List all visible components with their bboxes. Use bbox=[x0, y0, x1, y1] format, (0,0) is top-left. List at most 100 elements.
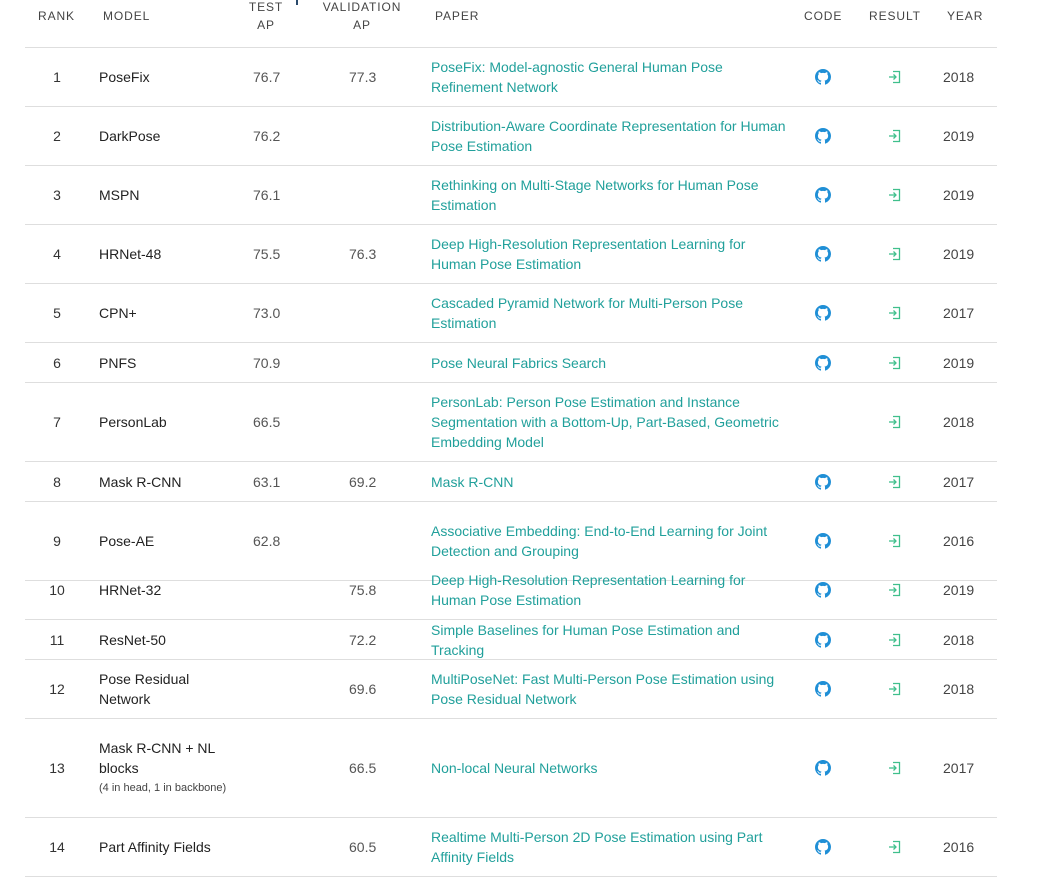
github-icon[interactable] bbox=[815, 839, 831, 855]
model-name: PoseFix bbox=[99, 69, 150, 85]
result-arrow-icon[interactable] bbox=[887, 760, 903, 776]
model-cell: ResNet-50 bbox=[99, 630, 229, 650]
result-arrow-icon[interactable] bbox=[887, 69, 903, 85]
github-icon[interactable] bbox=[815, 354, 831, 371]
rank-cell: 14 bbox=[49, 839, 65, 855]
paper-link[interactable]: Non-local Neural Networks bbox=[431, 758, 791, 778]
result-arrow-icon[interactable] bbox=[887, 187, 903, 203]
rank-cell: 10 bbox=[49, 582, 65, 598]
paper-link[interactable]: Rethinking on Multi-Stage Networks for H… bbox=[431, 175, 791, 215]
model-cell: HRNet-48 bbox=[99, 244, 229, 264]
year-cell: 2018 bbox=[943, 681, 975, 697]
model-cell: PNFS bbox=[99, 353, 229, 373]
github-icon[interactable] bbox=[815, 631, 831, 648]
header-test-ap[interactable]: TEST AP bbox=[245, 0, 287, 34]
year-cell: 2018 bbox=[943, 69, 975, 85]
model-note: (4 in head, 1 in backbone) bbox=[99, 782, 227, 794]
github-icon[interactable] bbox=[815, 69, 831, 85]
year-cell: 2019 bbox=[943, 187, 975, 203]
github-icon[interactable] bbox=[815, 246, 831, 262]
table-row: 14 Part Affinity Fields 60.5 Realtime Multi… bbox=[25, 818, 997, 877]
table-row: 6 PNFS 70.9 Pose Neural Fabrics Search 2019 bbox=[25, 343, 997, 383]
test-ap-cell: 70.9 bbox=[253, 354, 281, 371]
header-year[interactable]: YEAR bbox=[947, 7, 983, 25]
rank-cell: 12 bbox=[49, 681, 65, 697]
github-icon[interactable] bbox=[815, 473, 831, 490]
model-name: PersonLab bbox=[99, 414, 167, 430]
paper-link[interactable]: Distribution-Aware Coordinate Representa… bbox=[431, 116, 791, 156]
rank-cell: 2 bbox=[53, 128, 61, 144]
result-arrow-icon[interactable] bbox=[887, 681, 903, 697]
year-cell: 2019 bbox=[943, 246, 975, 262]
year-cell: 2017 bbox=[943, 473, 975, 490]
result-arrow-icon[interactable] bbox=[887, 246, 903, 262]
sort-indicator-icon bbox=[296, 0, 298, 5]
table-row: 12 Pose Residual Network 69.6 MultiPoseNet:… bbox=[25, 660, 997, 719]
year-cell: 2019 bbox=[943, 582, 975, 598]
validation-ap-cell: 75.8 bbox=[349, 582, 377, 598]
table-row: 4 HRNet-48 75.5 76.3 Deep High-Resolution Re… bbox=[25, 225, 997, 284]
model-name: Mask R-CNN + NL blocks bbox=[99, 740, 215, 776]
result-arrow-icon[interactable] bbox=[887, 474, 903, 490]
paper-link[interactable]: PoseFix: Model-agnostic General Human Po… bbox=[431, 57, 791, 97]
result-arrow-icon[interactable] bbox=[887, 355, 903, 371]
model-name: CPN+ bbox=[99, 305, 137, 321]
paper-link[interactable]: Realtime Multi-Person 2D Pose Estimation… bbox=[431, 827, 791, 867]
validation-ap-cell: 77.3 bbox=[349, 69, 377, 85]
github-icon[interactable] bbox=[815, 305, 831, 321]
github-icon[interactable] bbox=[815, 760, 831, 776]
table-row: 2 DarkPose 76.2 Distribution-Aware Coordina… bbox=[25, 107, 997, 166]
table-row: 3 MSPN 76.1 Rethinking on Multi-Stage Netwo… bbox=[25, 166, 997, 225]
result-arrow-icon[interactable] bbox=[887, 305, 903, 321]
result-arrow-icon[interactable] bbox=[887, 533, 903, 549]
result-arrow-icon[interactable] bbox=[887, 582, 903, 598]
header-val-ap-line1: VALIDATION bbox=[322, 0, 402, 14]
paper-link[interactable]: PersonLab: Person Pose Estimation and In… bbox=[431, 392, 791, 452]
table-row: 7 PersonLab 66.5 PersonLab: Person Pose Est… bbox=[25, 383, 997, 462]
paper-link[interactable]: Deep High-Resolution Representation Lear… bbox=[431, 234, 791, 274]
validation-ap-cell: 72.2 bbox=[349, 631, 377, 648]
year-cell: 2016 bbox=[943, 839, 975, 855]
year-cell: 2018 bbox=[943, 414, 975, 430]
result-arrow-icon[interactable] bbox=[887, 414, 903, 430]
github-icon[interactable] bbox=[815, 681, 831, 697]
header-result[interactable]: RESULT bbox=[869, 7, 921, 25]
validation-ap-cell: 60.5 bbox=[349, 839, 377, 855]
paper-link[interactable]: MultiPoseNet: Fast Multi-Person Pose Est… bbox=[431, 669, 791, 709]
rank-cell: 9 bbox=[53, 533, 61, 549]
result-arrow-icon[interactable] bbox=[887, 128, 903, 144]
test-ap-cell: 73.0 bbox=[253, 305, 281, 321]
result-arrow-icon[interactable] bbox=[887, 839, 903, 855]
model-name: Part Affinity Fields bbox=[99, 839, 211, 855]
header-code[interactable]: CODE bbox=[804, 7, 842, 25]
github-icon[interactable] bbox=[815, 533, 831, 549]
model-name: HRNet-32 bbox=[99, 582, 162, 598]
github-icon[interactable] bbox=[815, 128, 831, 144]
paper-link[interactable]: Associative Embedding: End-to-End Learni… bbox=[431, 521, 791, 561]
model-name: Mask R-CNN bbox=[99, 473, 182, 490]
model-name: PNFS bbox=[99, 354, 137, 371]
model-cell: PersonLab bbox=[99, 412, 229, 432]
year-cell: 2017 bbox=[943, 305, 975, 321]
test-ap-cell: 76.2 bbox=[253, 128, 281, 144]
header-validation-ap[interactable]: VALIDATION AP bbox=[317, 0, 407, 34]
validation-ap-cell: 69.6 bbox=[349, 681, 377, 697]
result-arrow-icon[interactable] bbox=[887, 632, 903, 648]
test-ap-cell: 76.7 bbox=[253, 69, 281, 85]
rank-cell: 11 bbox=[49, 631, 65, 648]
rank-cell: 4 bbox=[53, 246, 61, 262]
header-model[interactable]: MODEL bbox=[103, 7, 150, 25]
header-paper[interactable]: PAPER bbox=[435, 7, 479, 25]
header-test-ap-line1: TEST bbox=[248, 0, 284, 14]
github-icon[interactable] bbox=[815, 187, 831, 203]
year-cell: 2018 bbox=[943, 631, 975, 648]
table-row: 11 ResNet-50 72.2 Simple Baselines for Huma… bbox=[25, 620, 997, 660]
github-icon[interactable] bbox=[815, 582, 831, 598]
paper-link[interactable]: Simple Baselines for Human Pose Estimati… bbox=[431, 620, 791, 660]
paper-link[interactable]: Cascaded Pyramid Network for Multi-Perso… bbox=[431, 293, 791, 333]
header-rank[interactable]: RANK bbox=[38, 7, 75, 25]
paper-link[interactable]: Mask R-CNN bbox=[431, 472, 791, 492]
rank-cell: 13 bbox=[49, 760, 65, 776]
paper-link[interactable]: Deep High-Resolution Representation Lear… bbox=[431, 570, 791, 610]
paper-link[interactable]: Pose Neural Fabrics Search bbox=[431, 353, 791, 373]
